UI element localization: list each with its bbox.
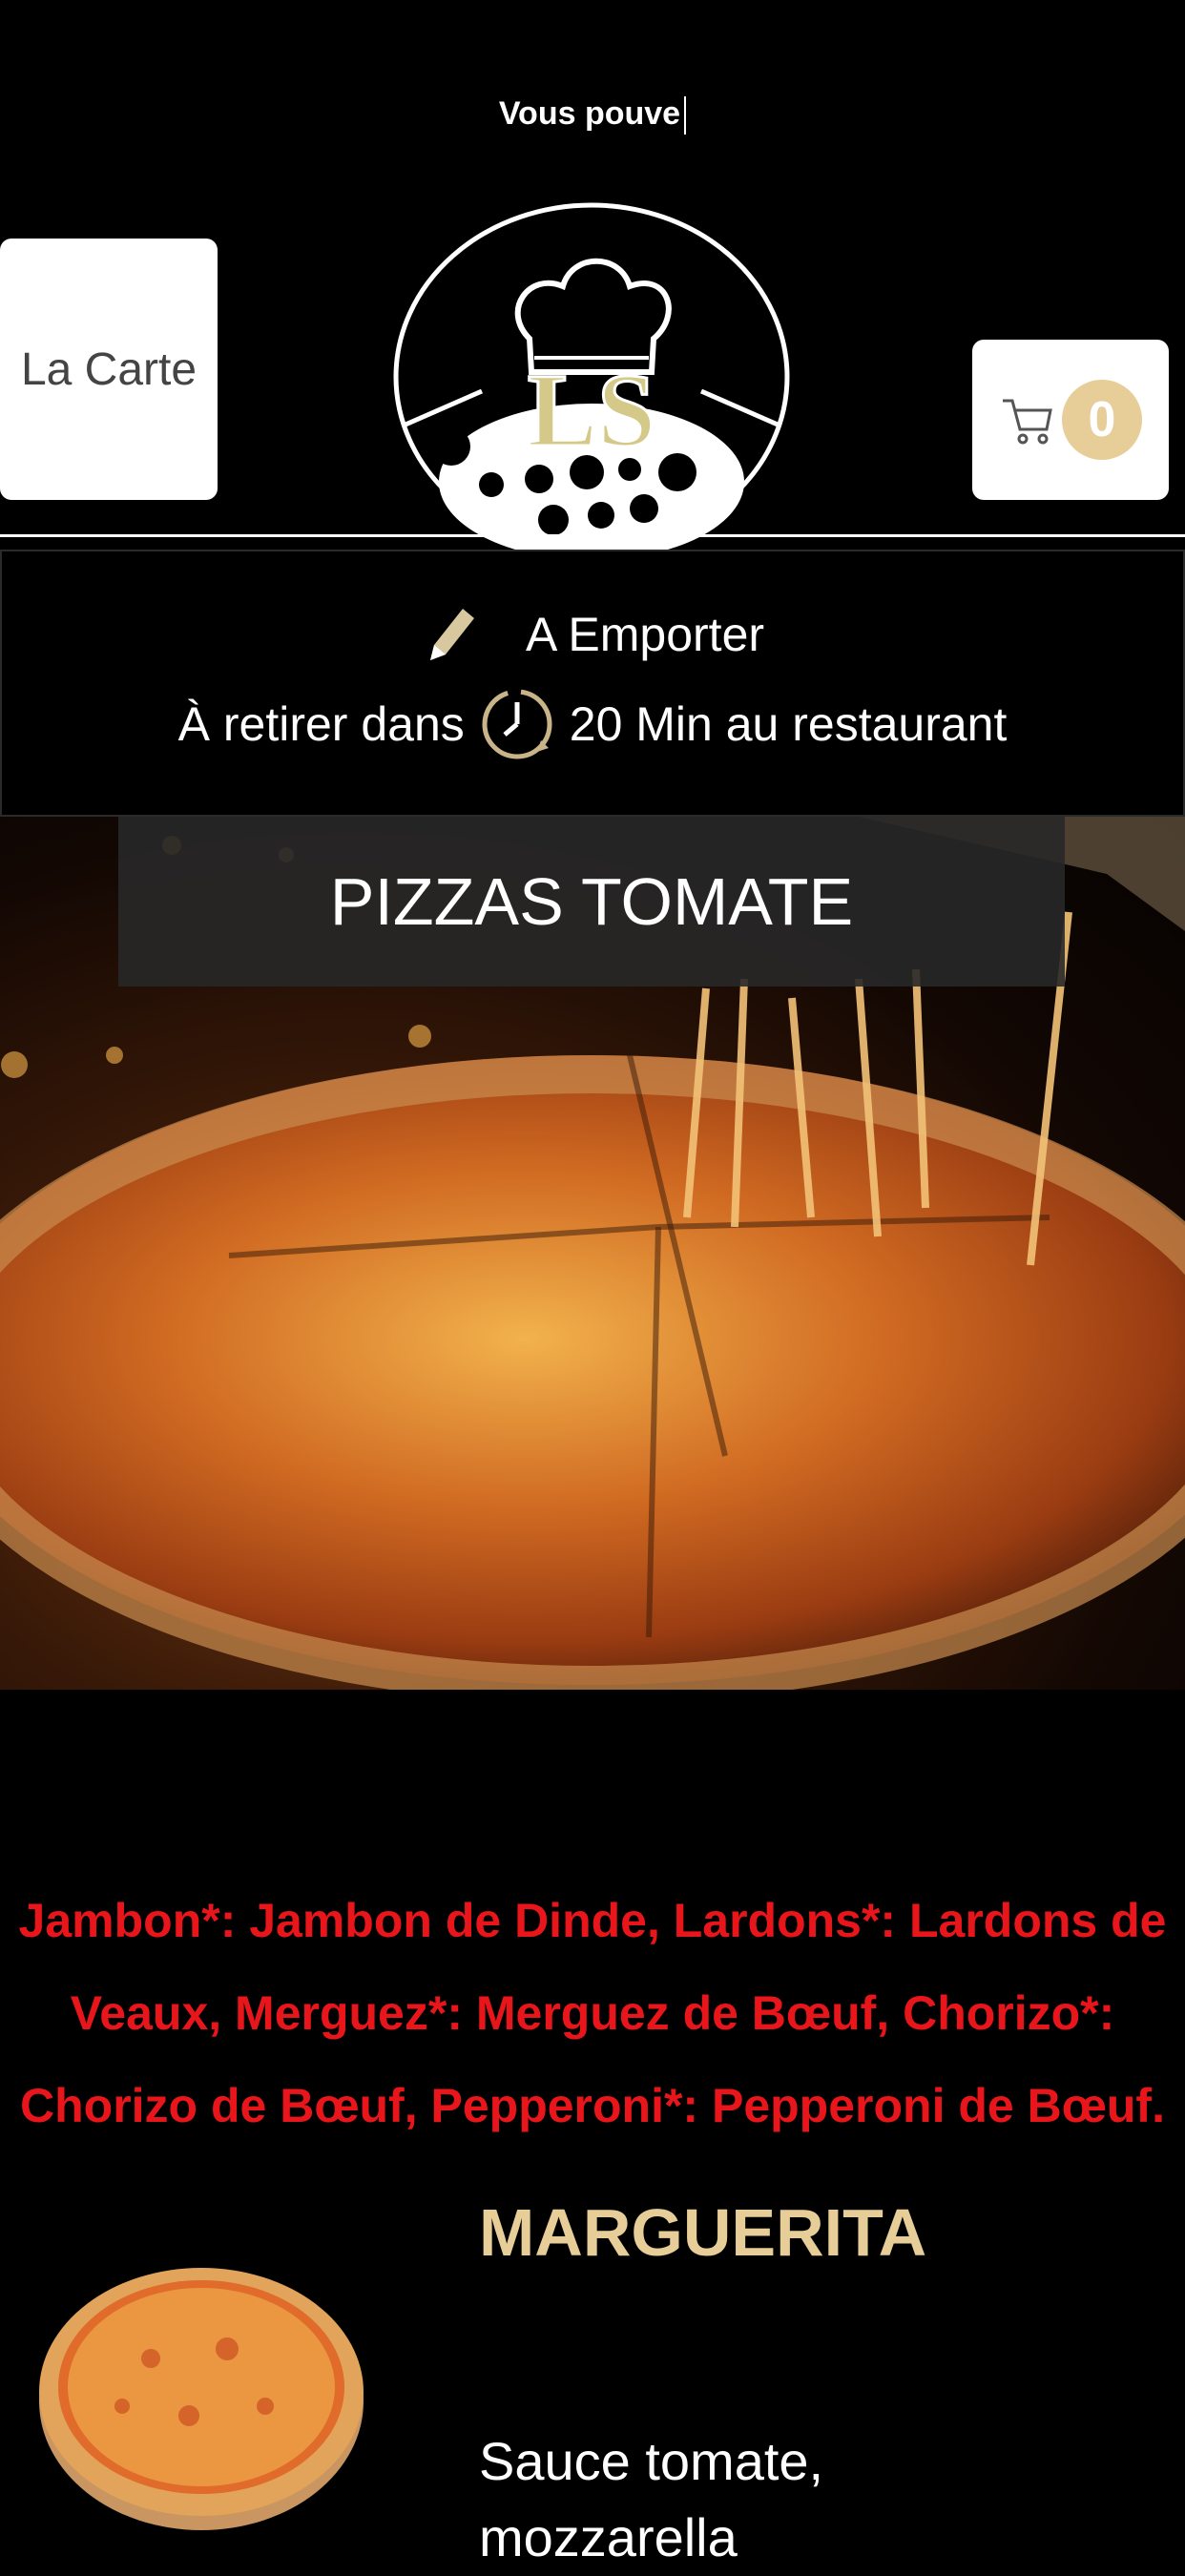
product-description: Sauce tomate, mozzarella <box>479 2431 824 2567</box>
scrolling-announcement: Vous pouve <box>0 95 1185 135</box>
text-caret <box>684 96 687 135</box>
order-mode-panel[interactable]: A Emporter À retirer dans 20 Min au rest… <box>0 550 1185 817</box>
pickup-prefix: À retirer dans <box>177 697 465 751</box>
la-carte-button[interactable]: La Carte <box>0 239 218 500</box>
product-name[interactable]: MARGUERITA <box>479 2194 926 2271</box>
pickup-time: 20 Min au restaurant <box>569 697 1008 751</box>
cart-button[interactable]: 0 <box>972 340 1169 500</box>
marguerita-pizza-image[interactable] <box>36 2254 366 2530</box>
cart-icon <box>1003 399 1052 445</box>
cart-count-badge: 0 <box>1062 380 1142 460</box>
restaurant-logo[interactable]: LS <box>386 196 797 563</box>
pencil-icon[interactable] <box>421 601 478 668</box>
announcement-text: Vous pouve <box>498 95 681 132</box>
allergen-note: Jambon*: Jambon de Dinde, Lardons*: Lard… <box>18 1894 1167 2132</box>
order-mode-title: A Emporter <box>525 608 765 661</box>
svg-text:LS: LS <box>528 352 656 468</box>
category-hero: PIZZAS TOMATE <box>0 817 1185 1690</box>
clock-icon <box>482 689 552 759</box>
category-title: PIZZAS TOMATE <box>118 817 1065 987</box>
header-divider <box>0 534 1185 537</box>
